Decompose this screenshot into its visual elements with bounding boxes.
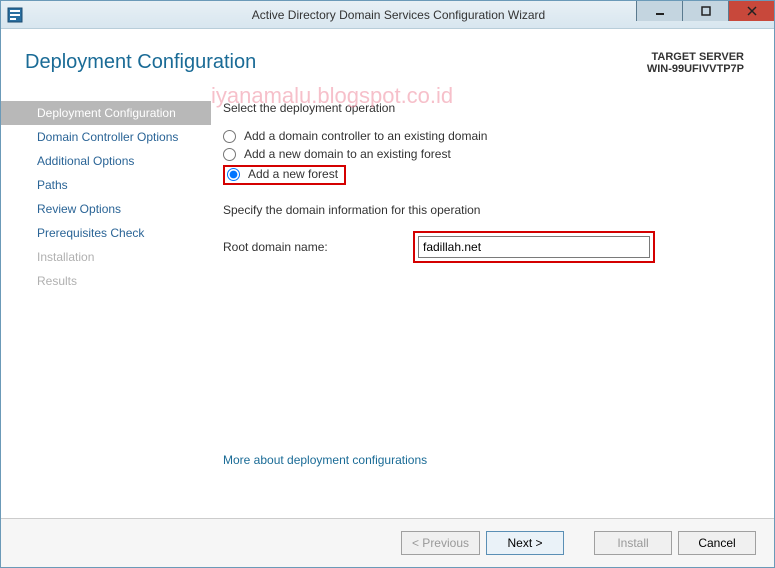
- highlight-root-domain-input: [413, 231, 655, 263]
- target-server-info: TARGET SERVER WIN-99UFIVVTP7P: [647, 51, 744, 75]
- radio-input-new-forest[interactable]: [227, 168, 240, 181]
- radio-input-existing-domain[interactable]: [223, 130, 236, 143]
- sidebar-item-installation: Installation: [1, 245, 211, 269]
- radio-label-existing-domain: Add a domain controller to an existing d…: [244, 129, 487, 143]
- close-button[interactable]: [728, 1, 774, 21]
- sidebar-item-paths[interactable]: Paths: [1, 173, 211, 197]
- root-domain-label: Root domain name:: [223, 240, 413, 254]
- previous-button: < Previous: [401, 531, 480, 555]
- cancel-button[interactable]: Cancel: [678, 531, 756, 555]
- main-panel: Select the deployment operation Add a do…: [211, 83, 774, 518]
- page-title: Deployment Configuration: [25, 51, 256, 75]
- sidebar-item-domain-controller-options[interactable]: Domain Controller Options: [1, 125, 211, 149]
- radio-input-existing-forest[interactable]: [223, 148, 236, 161]
- sidebar-item-prerequisites-check[interactable]: Prerequisites Check: [1, 221, 211, 245]
- deployment-operation-label: Select the deployment operation: [223, 101, 744, 115]
- window-controls: [636, 1, 774, 21]
- root-domain-row: Root domain name:: [223, 231, 744, 263]
- radio-label-new-forest: Add a new forest: [248, 167, 338, 181]
- minimize-button[interactable]: [636, 1, 682, 21]
- app-icon: [7, 7, 23, 23]
- maximize-button[interactable]: [682, 1, 728, 21]
- sidebar-item-additional-options[interactable]: Additional Options: [1, 149, 211, 173]
- header-row: Deployment Configuration TARGET SERVER W…: [1, 29, 774, 83]
- radio-add-new-forest[interactable]: Add a new forest: [227, 167, 338, 181]
- radio-add-domain-existing-forest[interactable]: Add a new domain to an existing forest: [223, 147, 744, 161]
- more-about-link[interactable]: More about deployment configurations: [223, 453, 427, 467]
- root-domain-input[interactable]: [418, 236, 650, 258]
- button-gap: [570, 531, 588, 555]
- domain-info-section: Specify the domain information for this …: [223, 203, 744, 263]
- next-button[interactable]: Next >: [486, 531, 564, 555]
- highlight-add-new-forest: Add a new forest: [223, 165, 346, 185]
- sidebar-item-results: Results: [1, 269, 211, 293]
- target-server-label: TARGET SERVER: [647, 51, 744, 63]
- body-row: Deployment Configuration Domain Controll…: [1, 83, 774, 518]
- radio-add-dc-existing-domain[interactable]: Add a domain controller to an existing d…: [223, 129, 744, 143]
- domain-info-label: Specify the domain information for this …: [223, 203, 744, 217]
- wizard-window: Active Directory Domain Services Configu…: [0, 0, 775, 568]
- install-button: Install: [594, 531, 672, 555]
- sidebar: Deployment Configuration Domain Controll…: [1, 83, 211, 518]
- titlebar: Active Directory Domain Services Configu…: [1, 1, 774, 29]
- target-server-name: WIN-99UFIVVTP7P: [647, 63, 744, 75]
- footer-buttons: < Previous Next > Install Cancel: [1, 518, 774, 567]
- sidebar-item-deployment-configuration[interactable]: Deployment Configuration: [1, 101, 211, 125]
- sidebar-item-review-options[interactable]: Review Options: [1, 197, 211, 221]
- radio-label-existing-forest: Add a new domain to an existing forest: [244, 147, 451, 161]
- content-area: Deployment Configuration TARGET SERVER W…: [1, 29, 774, 567]
